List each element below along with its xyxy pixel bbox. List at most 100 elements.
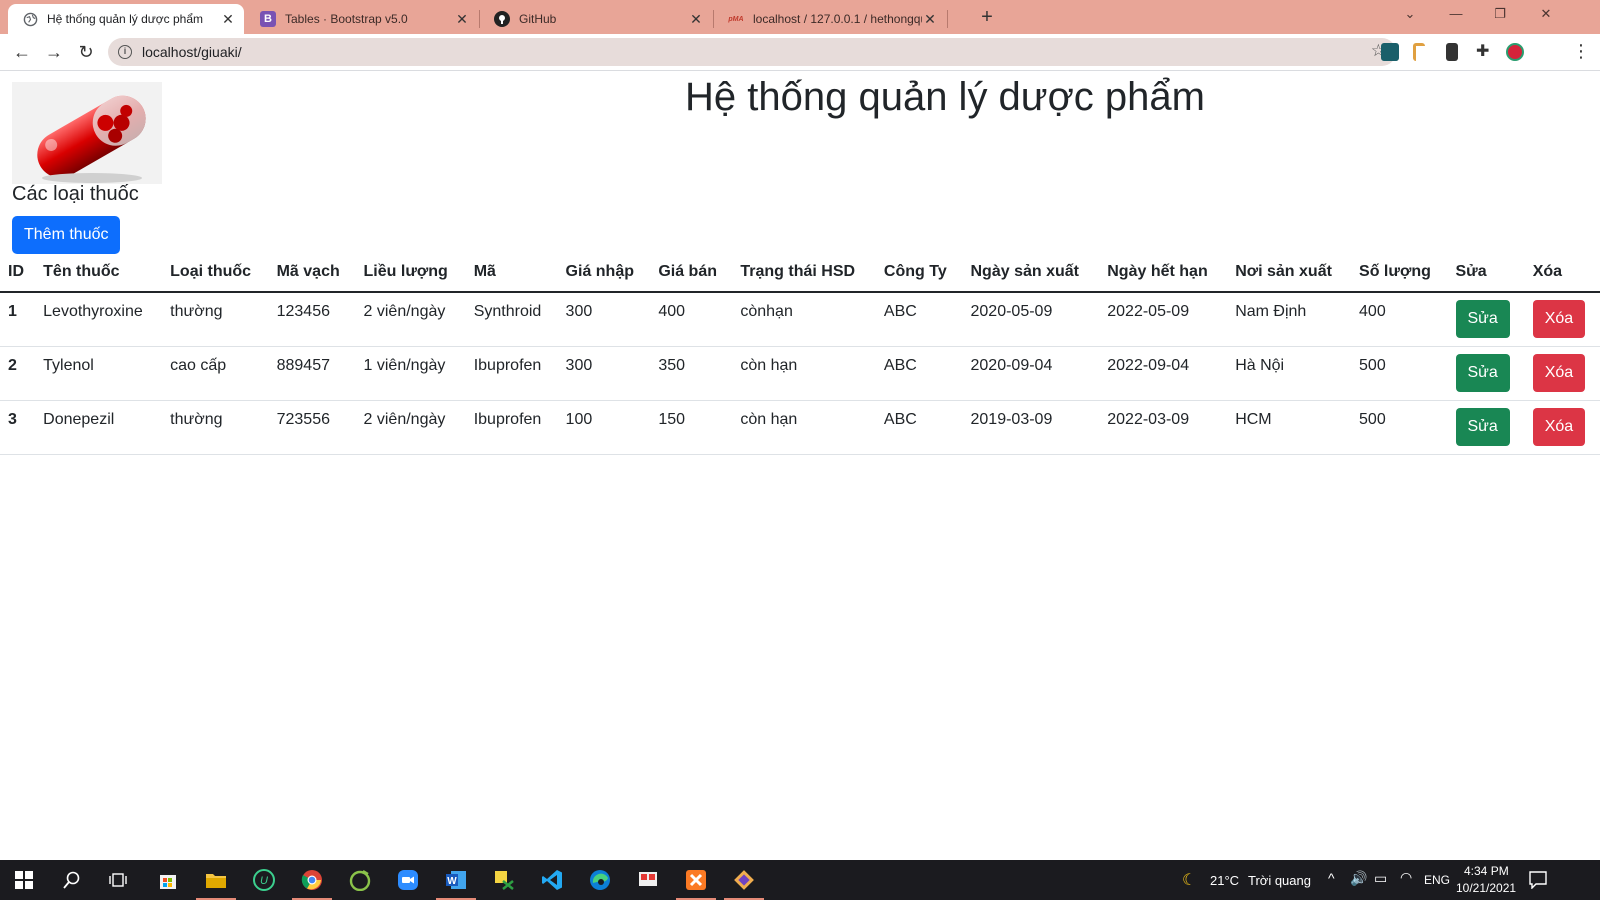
edit-button[interactable]: Sửa (1455, 300, 1510, 338)
delete-button[interactable]: Xóa (1532, 354, 1586, 392)
zoom-icon[interactable] (396, 868, 420, 892)
cell-expiry-status: còn hạn (732, 400, 876, 455)
cell-sell-price: 150 (650, 400, 733, 455)
cell-quantity: 500 (1351, 400, 1448, 455)
store-icon[interactable] (156, 868, 180, 892)
edit-button[interactable]: Sửa (1455, 354, 1510, 392)
address-bar[interactable]: i localhost/giuaki/ ☆ (108, 38, 1396, 66)
add-medicine-button[interactable]: Thêm thuốc (12, 216, 121, 254)
column-header: Tên thuốc (35, 252, 163, 293)
extension-icon[interactable] (1446, 43, 1458, 61)
extension-icon[interactable] (1413, 43, 1425, 61)
weather-temperature[interactable]: 21°C (1210, 873, 1239, 888)
snipping-tool-icon[interactable] (636, 868, 660, 892)
url-text: localhost/giuaki/ (142, 44, 242, 60)
column-header: Xóa (1524, 252, 1600, 293)
new-tab-button[interactable]: + (976, 6, 998, 29)
column-header: Sửa (1447, 252, 1525, 293)
cell-import-price: 300 (557, 292, 651, 347)
battery-icon[interactable]: ▭ (1374, 870, 1387, 887)
volume-icon[interactable]: 🔊 (1350, 870, 1367, 887)
close-icon[interactable]: ✕ (220, 11, 236, 28)
search-icon[interactable] (60, 868, 84, 892)
weather-moon-icon: ☾ (1182, 872, 1197, 889)
page-content: Hệ thống quản lý dược phẩm Các loại thuố… (0, 72, 1600, 860)
edge-icon[interactable] (588, 868, 612, 892)
column-header: Công Ty (875, 252, 963, 293)
tab-github[interactable]: GitHub ✕ (480, 4, 712, 34)
column-header: Mã vạch (268, 252, 356, 293)
chevron-up-icon[interactable]: ^ (1328, 870, 1335, 886)
wifi-icon[interactable]: ◠ (1400, 869, 1412, 886)
cell-dosage: 1 viên/ngày (355, 346, 466, 401)
svg-text:U: U (260, 875, 268, 887)
table-row: 3 Donepezil thường 723556 2 viên/ngày Ib… (0, 400, 1600, 455)
profile-avatar[interactable] (1506, 43, 1524, 61)
cell-company: ABC (875, 346, 963, 401)
cell-type: thường (162, 400, 269, 455)
cell-id: 2 (0, 346, 36, 401)
cell-code: Ibuprofen (465, 346, 558, 401)
pill-logo-image (12, 82, 162, 184)
chrome-icon[interactable] (300, 868, 324, 892)
browser-toolbar: ← → ↻ i localhost/giuaki/ ☆ ✚ ⋮ (0, 34, 1600, 71)
cell-quantity: 500 (1351, 346, 1448, 401)
cell-delete: Xóa (1524, 346, 1600, 401)
reload-icon[interactable]: ↻ (74, 41, 98, 65)
clock-date[interactable]: 10/21/2021 (1456, 881, 1516, 895)
cell-origin: Hà Nội (1227, 346, 1352, 401)
extension-icon[interactable] (1381, 43, 1399, 61)
cell-delete: Xóa (1524, 400, 1600, 455)
cell-quantity: 400 (1351, 292, 1448, 347)
weather-condition[interactable]: Trời quang (1248, 873, 1311, 888)
column-header: Số lượng (1351, 252, 1448, 293)
tab-title: Tables · Bootstrap v5.0 (285, 12, 408, 26)
delete-button[interactable]: Xóa (1532, 300, 1586, 338)
cell-delete: Xóa (1524, 292, 1600, 347)
file-explorer-icon[interactable] (204, 868, 228, 892)
restore-button[interactable]: ❐ (1490, 6, 1510, 22)
cell-type: cao cấp (162, 346, 269, 401)
site-info-icon[interactable]: i (118, 45, 132, 59)
tab-phpmyadmin[interactable]: pMA localhost / 127.0.0.1 / hethongqu ✕ (714, 4, 946, 34)
cell-exp-date: 2022-05-09 (1099, 292, 1228, 347)
edit-button[interactable]: Sửa (1455, 408, 1510, 446)
cell-barcode: 723556 (268, 400, 356, 455)
delete-button[interactable]: Xóa (1532, 408, 1586, 446)
close-icon[interactable]: ✕ (688, 11, 704, 28)
upwork-icon[interactable]: U (252, 868, 276, 892)
minimize-button[interactable]: — (1446, 6, 1466, 21)
cell-name: Levothyroxine (35, 292, 163, 347)
forward-arrow-icon[interactable]: → (42, 41, 66, 65)
close-icon[interactable]: ✕ (454, 11, 470, 28)
clock-time[interactable]: 4:34 PM (1464, 864, 1509, 878)
menu-kebab-icon[interactable]: ⋮ (1572, 42, 1590, 60)
app-green-icon[interactable] (348, 868, 372, 892)
word-icon[interactable]: W (444, 868, 468, 892)
column-header: Ngày hết hạn (1099, 252, 1228, 293)
sticky-app-icon[interactable] (492, 868, 516, 892)
cell-edit: Sửa (1447, 346, 1525, 401)
cell-expiry-status: cònhạn (732, 292, 876, 347)
phpmyadmin-icon: pMA (728, 15, 744, 23)
bootstrap-icon: B (260, 11, 276, 27)
tab-he-thong[interactable]: Hệ thống quản lý dược phẩm ✕ (8, 4, 244, 34)
close-window-button[interactable]: ✕ (1536, 6, 1556, 22)
tab-search-icon[interactable]: ⌄ (1400, 6, 1420, 22)
tab-title: GitHub (519, 12, 557, 26)
column-header: Loại thuốc (162, 252, 269, 293)
git-diamond-icon[interactable] (732, 868, 756, 892)
tab-bootstrap[interactable]: B Tables · Bootstrap v5.0 ✕ (246, 4, 478, 34)
cell-origin: HCM (1227, 400, 1352, 455)
back-arrow-icon[interactable]: ← (10, 41, 34, 65)
language-indicator[interactable]: ENG (1424, 873, 1450, 887)
xampp-icon[interactable] (684, 868, 708, 892)
close-icon[interactable]: ✕ (922, 11, 938, 28)
windows-start-icon[interactable] (12, 868, 36, 892)
notification-icon[interactable] (1526, 868, 1550, 892)
task-view-icon[interactable] (106, 868, 130, 892)
cell-name: Donepezil (35, 400, 163, 455)
vscode-icon[interactable] (540, 868, 564, 892)
puzzle-extensions-icon[interactable]: ✚ (1476, 43, 1494, 61)
column-header: Liều lượng (355, 252, 466, 293)
